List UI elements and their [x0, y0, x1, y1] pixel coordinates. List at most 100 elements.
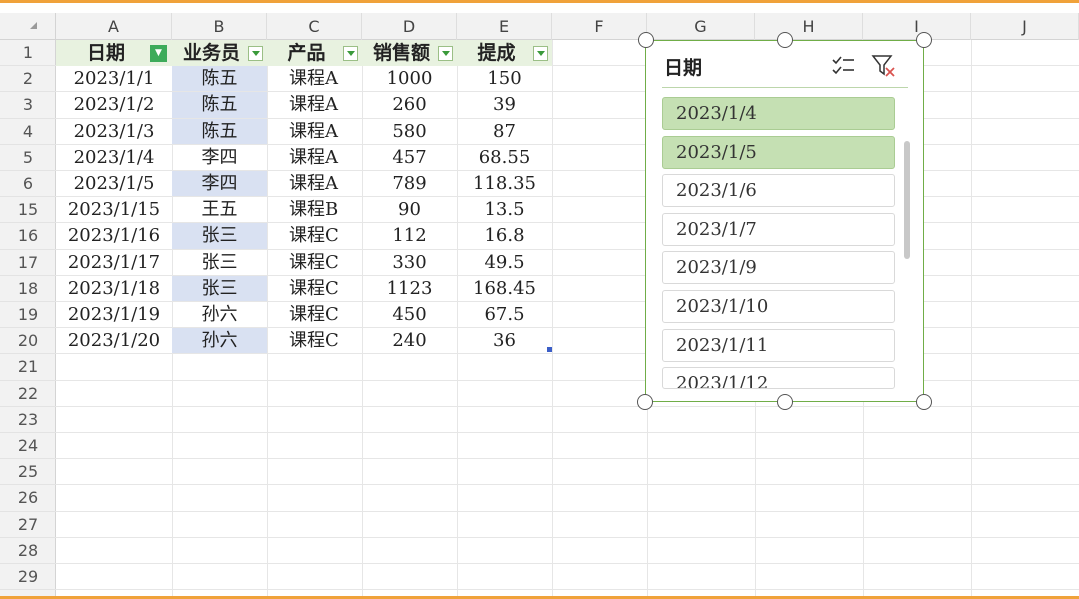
cell-product[interactable]: 课程A	[267, 119, 362, 144]
row-header-6[interactable]: 6	[0, 171, 56, 198]
cell-salesperson[interactable]: 孙六	[172, 328, 267, 354]
slicer-item[interactable]: 2023/1/6	[662, 174, 895, 208]
cell-commission[interactable]: 168.45	[457, 276, 552, 301]
cell-commission[interactable]: 13.5	[457, 197, 552, 222]
column-header-H[interactable]: H	[755, 13, 863, 40]
column-header-J[interactable]: J	[971, 13, 1079, 40]
row-header-18[interactable]: 18	[0, 276, 56, 302]
cell-sales[interactable]: 450	[362, 302, 457, 327]
cell-commission[interactable]: 87	[457, 119, 552, 144]
row-header-25[interactable]: 25	[0, 459, 56, 486]
active-filter-icon[interactable]: ▼	[150, 45, 167, 62]
cell-date[interactable]: 2023/1/20	[56, 328, 172, 353]
row-header-4[interactable]: 4	[0, 119, 56, 145]
slicer-scrollbar[interactable]	[904, 141, 910, 259]
row-header-5[interactable]: 5	[0, 145, 56, 171]
filter-dropdown-icon[interactable]	[248, 46, 263, 61]
row-header-23[interactable]: 23	[0, 407, 56, 433]
cell-commission[interactable]: 16.8	[457, 223, 552, 248]
slicer-item[interactable]: 2023/1/5	[662, 135, 895, 169]
cell-sales[interactable]: 240	[362, 328, 457, 353]
slicer-resize-handle-top-right[interactable]	[916, 32, 932, 48]
slicer-resize-handle-bottom-right[interactable]	[916, 394, 932, 410]
clear-filter-icon[interactable]	[871, 53, 897, 79]
cell-salesperson[interactable]: 王五	[172, 197, 267, 222]
cell-product[interactable]: 课程C	[267, 250, 362, 275]
column-header-D[interactable]: D	[362, 13, 457, 40]
filter-dropdown-icon[interactable]	[533, 46, 548, 61]
slicer-resize-handle-bottom-left[interactable]	[637, 394, 653, 410]
row-header-17[interactable]: 17	[0, 250, 56, 276]
cell-sales[interactable]: 260	[362, 92, 457, 117]
cell-date[interactable]: 2023/1/17	[56, 250, 172, 275]
slicer-resize-handle-top[interactable]	[777, 32, 793, 48]
cell-date[interactable]: 2023/1/3	[56, 119, 172, 144]
cell-product[interactable]: 课程A	[267, 171, 362, 196]
cell-date[interactable]: 2023/1/15	[56, 197, 172, 222]
cell-salesperson[interactable]: 陈五	[172, 66, 267, 92]
slicer-item[interactable]: 2023/1/10	[662, 290, 895, 323]
cell-sales[interactable]: 1123	[362, 276, 457, 301]
row-header-26[interactable]: 26	[0, 485, 56, 512]
row-header-15[interactable]: 15	[0, 197, 56, 224]
cell-salesperson[interactable]: 李四	[172, 145, 267, 170]
row-header-27[interactable]: 27	[0, 512, 56, 538]
cell-date[interactable]: 2023/1/18	[56, 276, 172, 301]
cell-commission[interactable]: 49.5	[457, 250, 552, 275]
table-resize-handle[interactable]	[547, 347, 552, 352]
cell-commission[interactable]: 150	[457, 66, 552, 91]
column-header-B[interactable]: B	[172, 13, 267, 40]
cell-sales[interactable]: 330	[362, 250, 457, 275]
cell-commission[interactable]: 68.55	[457, 145, 552, 170]
slicer-item[interactable]: 2023/1/4	[662, 97, 895, 130]
row-header-20[interactable]: 20	[0, 328, 56, 355]
column-header-E[interactable]: E	[457, 13, 552, 40]
select-all-corner[interactable]	[0, 13, 56, 40]
cell-product[interactable]: 课程C	[267, 276, 362, 301]
cell-commission[interactable]: 118.35	[457, 171, 552, 196]
cell-product[interactable]: 课程C	[267, 302, 362, 327]
cell-product[interactable]: 课程B	[267, 197, 362, 222]
row-header-2[interactable]: 2	[0, 66, 56, 93]
cell-sales[interactable]: 1000	[362, 66, 457, 91]
cell-salesperson[interactable]: 张三	[172, 250, 267, 275]
column-header-G[interactable]: G	[647, 13, 755, 40]
cell-product[interactable]: 课程A	[267, 145, 362, 170]
cell-sales[interactable]: 789	[362, 171, 457, 196]
cell-date[interactable]: 2023/1/16	[56, 223, 172, 248]
column-header-A[interactable]: A	[56, 13, 172, 40]
cell-date[interactable]: 2023/1/19	[56, 302, 172, 327]
cell-date[interactable]: 2023/1/5	[56, 171, 172, 196]
slicer-item[interactable]: 2023/1/9	[662, 251, 895, 285]
slicer-resize-handle-top-left[interactable]	[638, 32, 654, 48]
row-header-22[interactable]: 22	[0, 381, 56, 407]
cell-date[interactable]: 2023/1/4	[56, 145, 172, 170]
date-slicer[interactable]: 日期 2023/1/4 2023/1/5 2023/1/6 2023/1/7 2023/…	[645, 40, 924, 402]
multi-select-icon[interactable]	[832, 55, 856, 77]
cell-commission[interactable]: 36	[457, 328, 552, 353]
cell-date[interactable]: 2023/1/2	[56, 92, 172, 117]
cell-product[interactable]: 课程C	[267, 328, 362, 353]
row-header-1[interactable]: 1	[0, 40, 56, 67]
row-header-3[interactable]: 3	[0, 92, 56, 119]
slicer-item[interactable]: 2023/1/12	[662, 367, 895, 390]
slicer-item[interactable]: 2023/1/7	[662, 212, 895, 246]
row-header-24[interactable]: 24	[0, 433, 56, 460]
cell-product[interactable]: 课程C	[267, 223, 362, 248]
cell-sales[interactable]: 112	[362, 223, 457, 248]
filter-dropdown-icon[interactable]	[438, 46, 453, 61]
cell-product[interactable]: 课程A	[267, 92, 362, 117]
slicer-resize-handle-bottom[interactable]	[777, 394, 793, 410]
cell-sales[interactable]: 457	[362, 145, 457, 170]
column-header-C[interactable]: C	[267, 13, 362, 40]
slicer-item[interactable]: 2023/1/11	[662, 328, 895, 362]
filter-dropdown-icon[interactable]	[343, 46, 358, 61]
cell-product[interactable]: 课程A	[267, 66, 362, 91]
row-header-16[interactable]: 16	[0, 223, 56, 250]
cell-salesperson[interactable]: 陈五	[172, 118, 267, 144]
cell-commission[interactable]: 67.5	[457, 302, 552, 327]
row-header-21[interactable]: 21	[0, 354, 56, 381]
cell-sales[interactable]: 580	[362, 119, 457, 144]
cell-salesperson[interactable]: 孙六	[172, 302, 267, 327]
column-header-F[interactable]: F	[552, 13, 647, 40]
